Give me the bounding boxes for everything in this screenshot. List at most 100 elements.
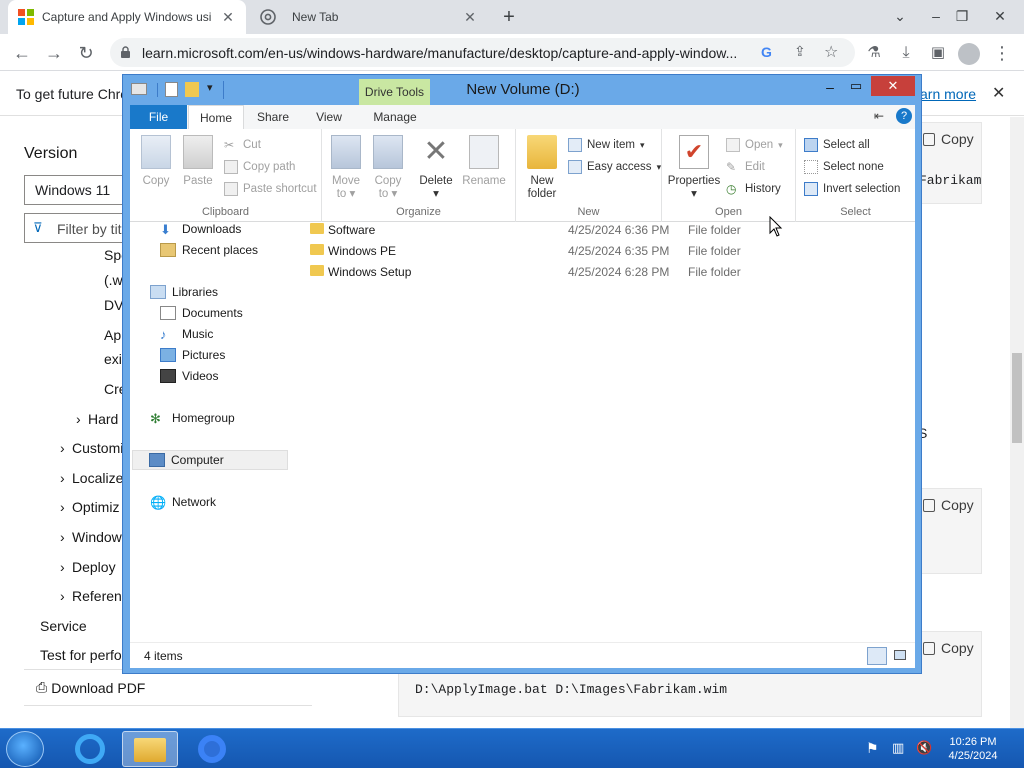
bookmark-star-icon[interactable]: ☆ [824, 42, 838, 62]
minimize-button[interactable]: – [922, 4, 950, 28]
tab-manage[interactable]: Manage [365, 105, 425, 129]
tab-share[interactable]: Share [248, 105, 298, 129]
customize-qat-icon[interactable]: ▾ [207, 81, 213, 94]
menu-kebab-icon[interactable]: ⋮ [988, 39, 1016, 67]
nav-music[interactable]: ♪ Music [160, 324, 213, 344]
google-lens-icon[interactable]: G [761, 44, 772, 60]
properties-qat-icon[interactable] [165, 82, 178, 97]
new-tab-button[interactable]: + [498, 6, 520, 28]
toc-item[interactable]: Window [72, 529, 122, 545]
restore-button[interactable]: ❐ [948, 4, 976, 28]
toc-item[interactable]: Hard [88, 411, 118, 427]
toc-item[interactable]: Optimiz [72, 499, 119, 515]
toc-item[interactable]: Referen [72, 588, 122, 604]
download-icon[interactable]: ⤓ [892, 39, 920, 67]
paste-button[interactable]: Paste [178, 135, 218, 188]
minimize-button[interactable]: – [817, 79, 843, 99]
move-to-button[interactable]: Move to ▾ [326, 135, 366, 201]
toc-item-service[interactable]: Service [40, 618, 87, 634]
toc-fragment[interactable]: exi [104, 351, 122, 367]
nav-documents[interactable]: Documents [160, 303, 243, 323]
new-folder-button[interactable]: New folder [522, 135, 562, 201]
toc-item[interactable]: Customi [72, 440, 123, 456]
close-info-bar-icon[interactable]: ✕ [992, 83, 1005, 103]
history-button[interactable]: ◷ History [726, 179, 781, 199]
nav-videos[interactable]: Videos [160, 366, 218, 386]
cut-button[interactable]: ✂ Cut [224, 135, 261, 155]
tab-file[interactable]: File [130, 105, 187, 129]
open-button[interactable]: Open ▾ [726, 135, 783, 155]
chrome-taskbar-button[interactable] [184, 731, 240, 767]
pin-ribbon-icon[interactable]: ⇤ [874, 109, 884, 123]
select-none-button[interactable]: Select none [804, 157, 884, 177]
nav-homegroup[interactable]: ✻ Homegroup [150, 408, 235, 428]
side-panel-icon[interactable]: ▣ [924, 39, 952, 67]
new-item-button[interactable]: New item ▾ [568, 135, 644, 155]
close-tab-icon[interactable]: ✕ [220, 9, 236, 25]
browser-tab-active[interactable]: Capture and Apply Windows usi ✕ [8, 0, 246, 34]
browser-tab-newtab[interactable]: New Tab ✕ [250, 0, 488, 34]
toc-expand-icon[interactable]: › [60, 499, 65, 515]
tab-home[interactable]: Home [188, 105, 244, 129]
drive-icon[interactable] [131, 83, 147, 95]
properties-button[interactable]: ✔ Properties ▾ [666, 135, 722, 201]
edit-button[interactable]: ✎ Edit [726, 157, 765, 177]
toc-expand-icon[interactable]: › [60, 470, 65, 486]
tab-view[interactable]: View [306, 105, 352, 129]
close-window-button[interactable]: ✕ [986, 4, 1014, 28]
new-folder-qat-icon[interactable] [185, 82, 199, 97]
profile-avatar[interactable] [958, 43, 980, 65]
easy-access-button[interactable]: Easy access ▾ [568, 157, 661, 177]
download-pdf-link[interactable]: ⎙ Download PDF [36, 679, 145, 696]
internet-explorer-taskbar-button[interactable] [62, 731, 118, 767]
address-bar[interactable]: learn.microsoft.com/en-us/windows-hardwa… [110, 38, 855, 67]
toc-item[interactable]: Deploy [72, 559, 116, 575]
action-center-flag-icon[interactable]: ⚑ [866, 740, 879, 757]
network-tray-icon[interactable]: ▥ [892, 740, 904, 756]
close-tab-icon[interactable]: ✕ [462, 9, 478, 25]
copy-button[interactable]: Copy [923, 640, 974, 656]
copy-button[interactable]: Copy [923, 497, 974, 513]
share-icon[interactable]: ⇪ [794, 43, 806, 60]
volume-muted-icon[interactable]: 🔇 [916, 740, 932, 756]
file-row[interactable]: Software 4/25/2024 6:36 PM File folder [302, 220, 742, 240]
maximize-button[interactable]: ▭ [843, 78, 869, 98]
delete-button[interactable]: ✕ Delete ▾ [414, 135, 458, 201]
toc-fragment[interactable]: DV [104, 297, 123, 313]
start-button-windows-icon[interactable] [6, 731, 44, 767]
nav-libraries[interactable]: Libraries [150, 282, 218, 302]
nav-downloads[interactable]: ⬇ Downloads [160, 219, 241, 239]
back-button[interactable]: ← [8, 39, 36, 67]
file-row[interactable]: Windows Setup 4/25/2024 6:28 PM File fol… [302, 262, 742, 282]
nav-recent-places[interactable]: Recent places [160, 240, 258, 260]
forward-button[interactable]: → [40, 39, 68, 67]
paste-shortcut-button[interactable]: Paste shortcut [224, 179, 317, 199]
rename-button[interactable]: Rename [460, 135, 508, 188]
reload-button[interactable]: ↻ [72, 39, 100, 67]
toc-fragment[interactable]: (.w [104, 272, 123, 288]
page-scrollbar[interactable] [1010, 117, 1024, 728]
select-all-button[interactable]: Select all [804, 135, 870, 155]
nav-computer[interactable]: Computer [132, 450, 288, 470]
copy-to-button[interactable]: Copy to ▾ [368, 135, 408, 201]
file-row[interactable]: Windows PE 4/25/2024 6:35 PM File folder [302, 241, 742, 261]
toc-expand-icon[interactable]: › [60, 559, 65, 575]
close-window-button[interactable]: ✕ [871, 76, 915, 96]
tab-search-icon[interactable]: ⌄ [886, 4, 914, 28]
learn-more-link[interactable]: arn more [920, 86, 976, 102]
nav-pictures[interactable]: Pictures [160, 345, 225, 365]
large-icons-view-icon[interactable] [891, 647, 909, 665]
copy-path-button[interactable]: Copy path [224, 157, 295, 177]
copy-button[interactable]: Copy [136, 135, 176, 188]
system-clock[interactable]: 10:26 PM 4/25/2024 [938, 735, 1008, 763]
toc-expand-icon[interactable]: › [60, 588, 65, 604]
invert-selection-button[interactable]: Invert selection [804, 179, 900, 199]
nav-network[interactable]: 🌐 Network [150, 492, 216, 512]
labs-flask-icon[interactable]: ⚗ [860, 39, 888, 67]
toc-expand-icon[interactable]: › [76, 411, 81, 427]
toc-item-test-perf[interactable]: Test for perfo [40, 647, 122, 663]
toc-fragment[interactable]: Ap [104, 327, 121, 343]
file-explorer-taskbar-button[interactable] [122, 731, 178, 767]
details-view-icon[interactable] [867, 647, 887, 665]
version-select[interactable]: Windows 11 [24, 175, 134, 205]
